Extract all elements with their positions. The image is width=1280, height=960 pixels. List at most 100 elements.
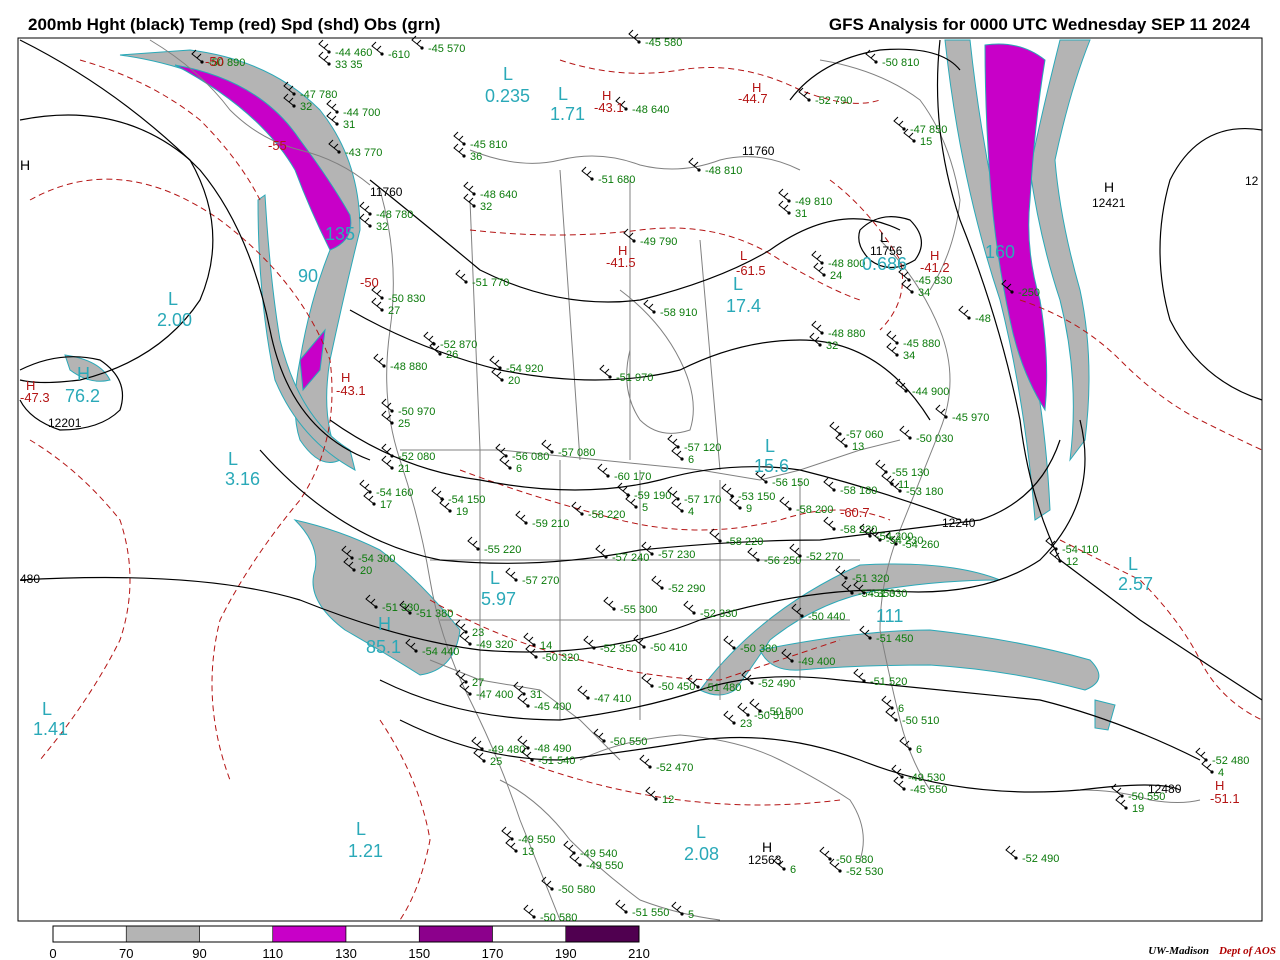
- station-observation: 31: [795, 208, 807, 220]
- station-dot-icon: [592, 646, 596, 650]
- station-observation: -45 570: [428, 43, 465, 55]
- speed-value: 76.2: [65, 386, 100, 406]
- station-dot-icon: [898, 489, 902, 493]
- station-observation: -52 480: [1212, 755, 1249, 767]
- station-observation: -54 300: [358, 553, 395, 565]
- station-dot-icon: [1010, 290, 1014, 294]
- station-dot-icon: [680, 509, 684, 513]
- station-dot-icon: [798, 554, 802, 558]
- speed-low-marker: L: [765, 436, 775, 456]
- station-dot-icon: [862, 591, 866, 595]
- station-dot-icon: [550, 887, 554, 891]
- station-dot-icon: [482, 759, 486, 763]
- speed-colorbar: 0 70 90 110 130 150 170 190 210: [49, 925, 650, 960]
- station-observation: -55 220: [484, 544, 521, 556]
- credit-org: UW-Madison: [1148, 945, 1209, 957]
- station-observation: -51 680: [598, 174, 635, 186]
- speed-value: 17.4: [726, 296, 761, 316]
- speed-value: 3.16: [225, 469, 260, 489]
- station-dot-icon: [874, 60, 878, 64]
- station-observation: -48 640: [480, 189, 517, 201]
- station-dot-icon: [967, 316, 971, 320]
- station-dot-icon: [586, 696, 590, 700]
- station-observation: 14: [540, 640, 552, 652]
- colorbar-segment: [125, 925, 200, 943]
- station-observation: -50 380: [740, 643, 777, 655]
- station-dot-icon: [472, 204, 476, 208]
- station-dot-icon: [820, 331, 824, 335]
- station-dot-icon: [822, 273, 826, 277]
- temp-value: -44.7: [738, 91, 768, 106]
- station-observation: 36: [470, 151, 482, 163]
- station-dot-icon: [530, 758, 534, 762]
- station-dot-icon: [514, 849, 518, 853]
- station-dot-icon: [844, 576, 848, 580]
- station-observation: -49 790: [640, 236, 677, 248]
- station-dot-icon: [818, 343, 822, 347]
- station-dot-icon: [380, 296, 384, 300]
- station-observation: -57 080: [558, 447, 595, 459]
- speed-value: 0.235: [485, 86, 530, 106]
- station-observation: 12: [662, 794, 674, 806]
- station-observation: -45 880: [903, 338, 940, 350]
- station-dot-icon: [828, 857, 832, 861]
- station-observation: -52 330: [700, 608, 737, 620]
- station-dot-icon: [908, 436, 912, 440]
- station-dot-icon: [374, 605, 378, 609]
- station-observation: -54 440: [422, 646, 459, 658]
- station-observation: 27: [472, 677, 484, 689]
- station-observation: -44 460: [335, 47, 372, 59]
- speed-value: 1.71: [550, 104, 585, 124]
- station-dot-icon: [624, 107, 628, 111]
- station-dot-icon: [612, 607, 616, 611]
- station-dot-icon: [390, 454, 394, 458]
- colorbar-segment: [52, 925, 127, 943]
- station-dot-icon: [462, 142, 466, 146]
- station-observation: -54 160: [376, 487, 413, 499]
- station-dot-icon: [408, 611, 412, 615]
- colorbar-tick-label: 150: [408, 946, 430, 960]
- station-observation: 32: [376, 221, 388, 233]
- colorbar-tick-label: 210: [628, 946, 650, 960]
- speed-high-marker: H: [77, 364, 90, 384]
- station-observation: 31: [530, 689, 542, 701]
- station-dot-icon: [910, 290, 914, 294]
- station-observation: -50 030: [916, 433, 953, 445]
- station-dot-icon: [504, 454, 508, 458]
- station-observation: -48 780: [376, 209, 413, 221]
- station-dot-icon: [350, 556, 354, 560]
- station-dot-icon: [850, 591, 854, 595]
- speed-low-marker: L: [503, 64, 513, 84]
- station-observation: -45 970: [952, 412, 989, 424]
- colorbar-tick-label: 190: [555, 946, 577, 960]
- station-dot-icon: [508, 466, 512, 470]
- temp-value: -43.1: [594, 100, 624, 115]
- station-observation: -44 900: [912, 386, 949, 398]
- temp-value: -47.3: [20, 390, 50, 405]
- station-observation: -50 500: [766, 706, 803, 718]
- station-dot-icon: [380, 308, 384, 312]
- station-dot-icon: [696, 685, 700, 689]
- station-observation: -47 400: [476, 689, 513, 701]
- station-dot-icon: [1054, 547, 1058, 551]
- speed-high-marker: H: [378, 614, 391, 634]
- colorbar-segment: [418, 925, 493, 943]
- station-observation: 21: [398, 463, 410, 475]
- station-dot-icon: [602, 739, 606, 743]
- station-observation: -49 480: [488, 744, 525, 756]
- station-observation: -610: [388, 49, 410, 61]
- station-observation: -52 350: [600, 643, 637, 655]
- station-dot-icon: [606, 474, 610, 478]
- station-observation: -52 490: [758, 678, 795, 690]
- station-dot-icon: [832, 527, 836, 531]
- station-dot-icon: [718, 539, 722, 543]
- colorbar-tick-label: 70: [119, 946, 133, 960]
- colorbar-segment: [199, 925, 274, 943]
- station-observation: -58 220: [726, 536, 763, 548]
- station-observation: -45 830: [915, 275, 952, 287]
- station-dot-icon: [390, 421, 394, 425]
- station-observation: -54 150: [448, 494, 485, 506]
- station-observation: -250: [1018, 287, 1040, 299]
- station-observation: 27: [388, 305, 400, 317]
- station-observation: -51 970: [616, 372, 653, 384]
